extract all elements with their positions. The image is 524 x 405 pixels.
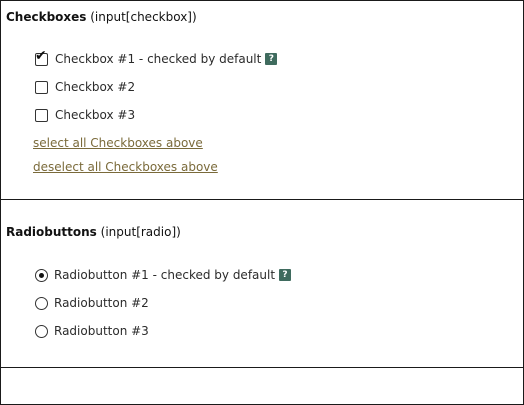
checkbox-3[interactable] — [35, 108, 48, 122]
checkbox-1[interactable]: ✔ — [35, 49, 48, 66]
checkboxes-title-bold: Checkboxes — [6, 10, 87, 24]
checkbox-row-3[interactable]: Checkbox #3 — [35, 107, 135, 123]
checkbox-3-label[interactable]: Checkbox #3 — [55, 108, 135, 122]
page-frame: Checkboxes (input[checkbox]) ✔ Checkbox … — [0, 0, 524, 405]
empty-section — [1, 369, 523, 404]
radio-row-1[interactable]: Radiobutton #1 - checked by default ? — [35, 267, 292, 283]
radiobuttons-section: Radiobuttons (input[radio]) Radiobutton … — [1, 201, 523, 368]
radiobuttons-title-bold: Radiobuttons — [6, 225, 97, 239]
radiobutton-1-label[interactable]: Radiobutton #1 - checked by default — [54, 268, 275, 282]
radiobutton-3-label[interactable]: Radiobutton #3 — [54, 324, 149, 338]
checkbox-row-1[interactable]: ✔ Checkbox #1 - checked by default ? — [35, 49, 278, 67]
radiobutton-1[interactable] — [35, 268, 48, 282]
checkboxes-section: Checkboxes (input[checkbox]) ✔ Checkbox … — [1, 1, 523, 200]
checkboxes-title-rest: (input[checkbox]) — [86, 10, 197, 24]
checkbox-1-label[interactable]: Checkbox #1 - checked by default — [55, 52, 261, 66]
help-icon[interactable]: ? — [265, 53, 278, 65]
checkbox-row-2[interactable]: Checkbox #2 — [35, 79, 135, 95]
deselect-all-checkboxes-link[interactable]: deselect all Checkboxes above — [33, 160, 218, 174]
radiobuttons-section-title: Radiobuttons (input[radio]) — [6, 225, 181, 239]
radiobutton-2[interactable] — [35, 296, 48, 310]
select-all-checkboxes-link[interactable]: select all Checkboxes above — [33, 136, 203, 150]
checkbox-2-label[interactable]: Checkbox #2 — [55, 80, 135, 94]
help-icon[interactable]: ? — [279, 269, 292, 281]
checkboxes-section-title: Checkboxes (input[checkbox]) — [6, 10, 197, 24]
radiobutton-2-label[interactable]: Radiobutton #2 — [54, 296, 149, 310]
radio-row-3[interactable]: Radiobutton #3 — [35, 323, 149, 339]
checkbox-2[interactable] — [35, 80, 48, 94]
radio-row-2[interactable]: Radiobutton #2 — [35, 295, 149, 311]
check-mark-icon: ✔ — [35, 47, 47, 64]
radiobutton-3[interactable] — [35, 324, 48, 338]
radiobuttons-title-rest: (input[radio]) — [96, 225, 181, 239]
radio-selected-dot-icon — [39, 272, 44, 278]
